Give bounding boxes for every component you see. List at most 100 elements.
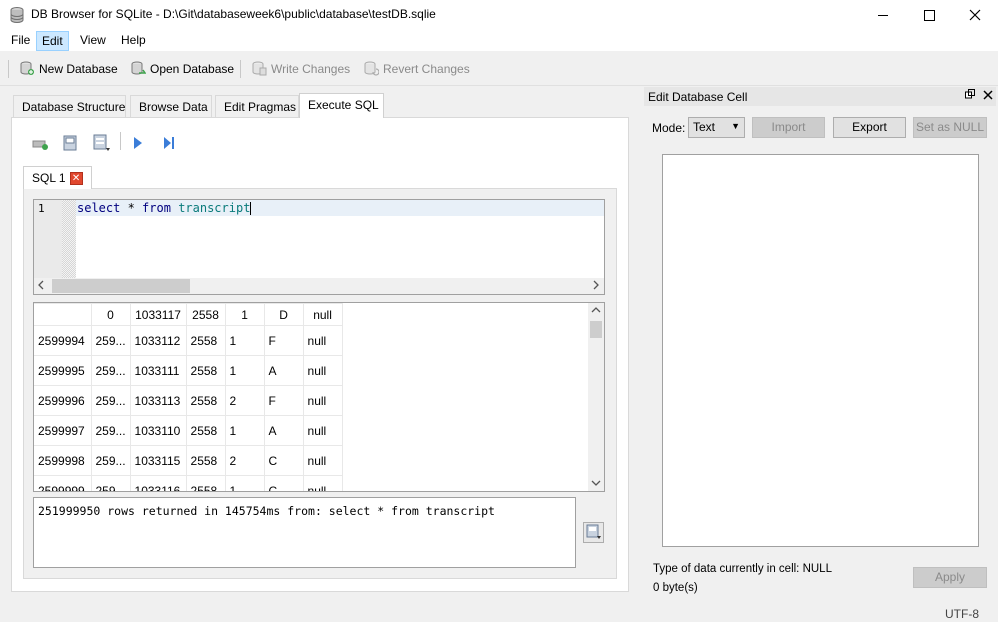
table-cell[interactable]: 259... (90, 445, 131, 476)
set-as-null-button[interactable]: Set as NULL (913, 117, 987, 138)
column-header[interactable]: 1 (224, 303, 265, 326)
table-cell[interactable]: 2558 (185, 445, 226, 476)
table-row[interactable]: 2599996 259... 1033113 2558 2 Fnull (34, 385, 343, 416)
table-cell[interactable]: 2558 (185, 355, 226, 386)
mode-value: Text (693, 120, 716, 134)
table-cell[interactable]: null (302, 355, 343, 386)
row-header[interactable]: 2599996 (34, 385, 92, 416)
corner-cell[interactable] (34, 303, 92, 326)
maximize-button[interactable] (906, 0, 952, 30)
sql-code-line[interactable]: select * from transcript (77, 201, 252, 215)
table-cell[interactable]: 1 (224, 475, 265, 491)
table-cell[interactable]: 1033111 (129, 355, 187, 386)
table-cell[interactable]: 2558 (185, 415, 226, 446)
table-cell[interactable]: null (302, 415, 343, 446)
grid-scroll-thumb[interactable] (590, 321, 602, 338)
tab-sql-1[interactable]: SQL 1 ✕ (23, 166, 92, 189)
table-cell[interactable]: 1033116 (129, 475, 187, 491)
row-header[interactable]: 2599994 (34, 325, 92, 356)
table-cell[interactable]: null (302, 445, 343, 476)
revert-changes-button[interactable]: Revert Changes (363, 59, 470, 79)
cell-value-editor[interactable] (662, 154, 979, 547)
row-header[interactable]: 2599997 (34, 415, 92, 446)
table-cell[interactable]: null (302, 475, 343, 491)
menu-view[interactable]: View (75, 31, 111, 51)
table-cell[interactable]: C (263, 445, 304, 476)
table-row[interactable]: 2599994 259... 1033112 2558 1 Fnull (34, 325, 343, 356)
save-results-button[interactable] (583, 522, 604, 543)
editor-scroll-thumb[interactable] (52, 279, 190, 293)
row-header[interactable]: 2599995 (34, 355, 92, 386)
column-header[interactable]: 2558 (185, 303, 226, 326)
tab-browse-data[interactable]: Browse Data (130, 95, 212, 117)
close-button[interactable] (952, 0, 998, 30)
table-cell[interactable]: 2558 (185, 325, 226, 356)
menu-file[interactable]: File (6, 31, 35, 51)
minimize-button[interactable] (860, 0, 906, 30)
import-button[interactable]: Import (752, 117, 825, 138)
new-database-button[interactable]: New Database (19, 59, 118, 79)
row-header[interactable]: 2599998 (34, 445, 92, 476)
table-cell[interactable]: 259... (90, 475, 131, 491)
results-grid[interactable]: 0 1033117 2558 1 D null 2599994 259... 103… (33, 302, 605, 492)
open-sql-file-icon[interactable] (60, 133, 80, 153)
table-cell[interactable]: 1033113 (129, 385, 187, 416)
table-cell[interactable]: F (263, 385, 304, 416)
write-changes-button[interactable]: Write Changes (251, 59, 350, 79)
table-row[interactable]: 2599995 259... 1033111 2558 1 Anull (34, 355, 343, 386)
column-header[interactable]: null (302, 303, 343, 326)
table-cell[interactable]: 1033110 (129, 415, 187, 446)
table-cell[interactable]: 2558 (185, 475, 226, 491)
dock-float-icon[interactable] (965, 89, 975, 102)
table-cell[interactable]: A (263, 415, 304, 446)
tab-execute-sql[interactable]: Execute SQL (299, 93, 384, 118)
row-header[interactable]: 2599999 (34, 475, 92, 491)
scroll-left-icon[interactable] (37, 280, 45, 293)
cell-size-info: 0 byte(s) (653, 582, 698, 594)
table-cell[interactable]: 259... (90, 355, 131, 386)
scroll-down-icon[interactable] (591, 479, 601, 490)
column-header[interactable]: D (263, 303, 304, 326)
table-row[interactable]: 2599998 259... 1033115 2558 2 Cnull (34, 445, 343, 476)
table-row[interactable]: 2599999 259... 1033116 2558 1 Cnull (34, 475, 343, 491)
mode-select[interactable]: Text ▼ (688, 117, 745, 138)
table-cell[interactable]: null (302, 325, 343, 356)
scroll-up-icon[interactable] (591, 306, 601, 317)
apply-button[interactable]: Apply (913, 567, 987, 588)
tab-edit-pragmas[interactable]: Edit Pragmas (215, 95, 299, 117)
table-cell[interactable]: C (263, 475, 304, 491)
revert-changes-label: Revert Changes (383, 62, 470, 76)
close-tab-icon[interactable]: ✕ (69, 171, 83, 185)
menu-help[interactable]: Help (116, 31, 151, 51)
table-cell[interactable]: 1033112 (129, 325, 187, 356)
column-header[interactable]: 0 (90, 303, 131, 326)
open-tab-icon[interactable] (30, 133, 50, 153)
table-cell[interactable]: 1 (224, 355, 265, 386)
table-cell[interactable]: null (302, 385, 343, 416)
table-cell[interactable]: 259... (90, 415, 131, 446)
table-cell[interactable]: 259... (90, 385, 131, 416)
open-database-button[interactable]: Open Database (130, 59, 234, 79)
execute-line-icon[interactable] (159, 133, 179, 153)
table-cell[interactable]: F (263, 325, 304, 356)
table-cell[interactable]: 2 (224, 385, 265, 416)
menu-edit[interactable]: Edit (36, 31, 69, 51)
execute-all-icon[interactable] (128, 133, 148, 153)
table-cell[interactable]: 1 (224, 325, 265, 356)
toolbar-grip (8, 60, 9, 78)
table-cell[interactable]: 259... (90, 325, 131, 356)
table-row[interactable]: 2599997 259... 1033110 2558 1 Anull (34, 415, 343, 446)
table-cell[interactable]: 1033115 (129, 445, 187, 476)
tab-database-structure[interactable]: Database Structure (13, 95, 126, 117)
window-title: DB Browser for SQLite - D:\Git\databasew… (31, 7, 436, 21)
column-header[interactable]: 1033117 (129, 303, 187, 326)
table-cell[interactable]: 2 (224, 445, 265, 476)
table-cell[interactable]: 1 (224, 415, 265, 446)
results-body: 2599994 259... 1033112 2558 1 Fnull 2599995 259… (34, 325, 343, 491)
save-sql-file-icon[interactable] (92, 133, 112, 153)
export-button[interactable]: Export (833, 117, 906, 138)
scroll-right-icon[interactable] (592, 280, 600, 293)
table-cell[interactable]: 2558 (185, 385, 226, 416)
table-cell[interactable]: A (263, 355, 304, 386)
dock-close-icon[interactable] (983, 88, 993, 103)
